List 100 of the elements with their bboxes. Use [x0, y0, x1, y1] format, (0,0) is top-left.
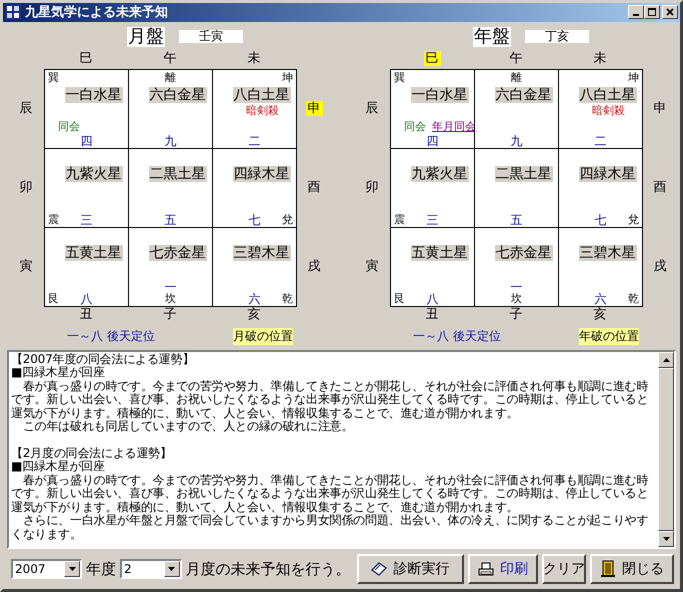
direction-label: 酉: [306, 180, 322, 195]
star-label: 九紫火星: [410, 166, 468, 182]
house-number: 二: [248, 134, 260, 147]
zodiac-label: 壬寅: [179, 30, 243, 44]
printer-icon: [478, 562, 494, 576]
house-number: 四: [426, 134, 438, 147]
up-arrow-icon: [662, 358, 670, 362]
direction-label: 午: [162, 51, 178, 66]
direction-label: 寅: [18, 258, 34, 274]
section-heading: 【2007年度の同会法による運勢】: [11, 352, 196, 366]
trigram-label: 乾: [628, 292, 639, 305]
year-dropdown[interactable]: 2007: [11, 559, 82, 580]
house-number: 一: [164, 280, 176, 293]
trigram-label: 震: [48, 212, 59, 226]
house-number: 六: [248, 292, 260, 305]
legend-label: 一～八 後天定位: [67, 328, 155, 345]
house-number: 四: [80, 134, 92, 147]
star-label: 三碧木星: [232, 244, 290, 261]
door-icon: [600, 560, 616, 578]
trigram-label: 震: [394, 212, 405, 226]
star-label: 九紫火星: [64, 166, 122, 182]
direction-label: 寅: [364, 258, 380, 274]
star-label: 八白土星: [578, 86, 636, 103]
direction-label: 丑: [78, 307, 94, 322]
direction-label: 辰: [18, 100, 34, 116]
direction-label: 未: [592, 51, 608, 66]
report-paragraph: ■四緑木星が回座: [11, 460, 106, 474]
zodiac-label: 丁亥: [525, 30, 589, 44]
board-title: 月盤: [127, 26, 165, 47]
house-number: 八: [80, 292, 92, 305]
house-number: 五: [164, 214, 176, 226]
legend-label: 月破の位置: [232, 328, 293, 345]
direction-label: 申: [652, 100, 668, 116]
star-label: 四緑木星: [578, 166, 636, 182]
action-button[interactable]: クリア: [542, 554, 586, 584]
direction-label: 亥: [592, 307, 608, 322]
house-number: 二: [594, 134, 606, 147]
window-title: 九星気学による未来予知: [25, 4, 169, 22]
star-label: 六白金星: [494, 86, 552, 103]
section-heading: 【2月度の同会法による運勢】: [11, 446, 173, 460]
direction-label: 戌: [652, 258, 668, 274]
trigram-label: 巽: [48, 70, 59, 84]
direction-label: 戌: [306, 258, 322, 274]
star-label: 二黒土星: [148, 166, 206, 182]
house-number: 七: [594, 214, 606, 226]
trigram-label: 艮: [394, 292, 405, 305]
direction-label: 子: [508, 307, 524, 322]
close-button[interactable]: [662, 5, 678, 20]
trigram-label: 乾: [282, 292, 293, 305]
direction-label: 卯: [18, 180, 34, 195]
trigram-label: 巽: [394, 70, 405, 84]
action-button[interactable]: 印刷: [468, 554, 538, 584]
star-label: 二黒土星: [494, 166, 552, 182]
month-dropdown[interactable]: 2: [120, 559, 182, 580]
star-label: 六白金星: [148, 86, 206, 103]
house-number: 九: [164, 134, 176, 147]
house-number: 三: [80, 214, 92, 226]
trigram-label: 兌: [282, 212, 293, 226]
star-label: 五黄土星: [410, 244, 468, 261]
house-number: 七: [248, 214, 260, 226]
book-icon: [371, 561, 388, 578]
house-number: 一: [510, 280, 522, 293]
trigram-label: 坤: [628, 70, 639, 84]
minimize-button[interactable]: [628, 5, 644, 20]
action-button[interactable]: 診断実行: [356, 554, 464, 584]
maximize-button[interactable]: [644, 5, 660, 20]
star-label: 三碧木星: [578, 244, 636, 261]
legend-label: 年破の位置: [578, 328, 639, 345]
maximize-icon: [648, 8, 656, 16]
house-number: 八: [426, 292, 438, 305]
trigram-label: 離: [511, 72, 522, 84]
close-icon: [666, 8, 674, 16]
direction-label: 申: [306, 100, 322, 116]
scrollbar[interactable]: [658, 352, 674, 548]
dropdown-arrow-icon: [68, 567, 76, 572]
down-arrow-icon: [662, 537, 670, 542]
direction-label: 酉: [652, 180, 668, 195]
report-paragraph: この年は破れも同居していますので、人との縁の破れに注意。: [22, 420, 354, 434]
direction-label: 巳: [424, 51, 440, 66]
house-number: 六: [594, 292, 606, 305]
trigram-label: 離: [165, 72, 176, 84]
direction-label: 子: [162, 307, 178, 322]
report-paragraph: 春が真っ盛りの時です。今までの苦労や努力、準備してきたことが開花し、それが社会に評価され何事も順調に進む時です。新しい出会い、喜び事、お祝いしたくなるような出来事が沢山発生してくる時です。この時期は、停止していると運気が下がります。積極的に、動いて、人と会い、情報収集することで、進む道が開かれます。: [11, 474, 650, 514]
house-number: 三: [426, 214, 438, 226]
star-label: 四緑木星: [232, 166, 290, 182]
house-number: 五: [510, 214, 522, 226]
note-label: 同会: [58, 118, 80, 134]
direction-label: 未: [246, 51, 262, 66]
action-button[interactable]: 閉じる: [590, 554, 674, 584]
direction-label: 午: [508, 51, 524, 66]
trigram-label: 坤: [282, 70, 293, 84]
star-label: 七赤金星: [148, 244, 206, 261]
direction-label: 亥: [246, 307, 262, 322]
direction-label: 丑: [424, 307, 440, 322]
star-label: 一白水星: [410, 86, 468, 103]
report-paragraph: さらに、一白水星が年盤と月盤で同会していますから男女関係の問題、出会い、体の冷え、に関することが起こりやすくなります。: [11, 514, 650, 542]
note-label: 暗剣殺: [592, 102, 625, 118]
direction-label: 卯: [364, 180, 380, 195]
app-icon: [5, 4, 21, 20]
report-paragraph: 春が真っ盛りの時です。今までの苦労や努力、準備してきたことが開花し、それが社会に評価され何事も順調に進む時です。新しい出会い、喜び事、お祝いしたくなるような出来事が沢山発生してくる時です。この時期は、停止していると運気が下がります。積極的に、動いて、人と会い、情報収集することで、進む道が開かれます。: [11, 380, 650, 420]
